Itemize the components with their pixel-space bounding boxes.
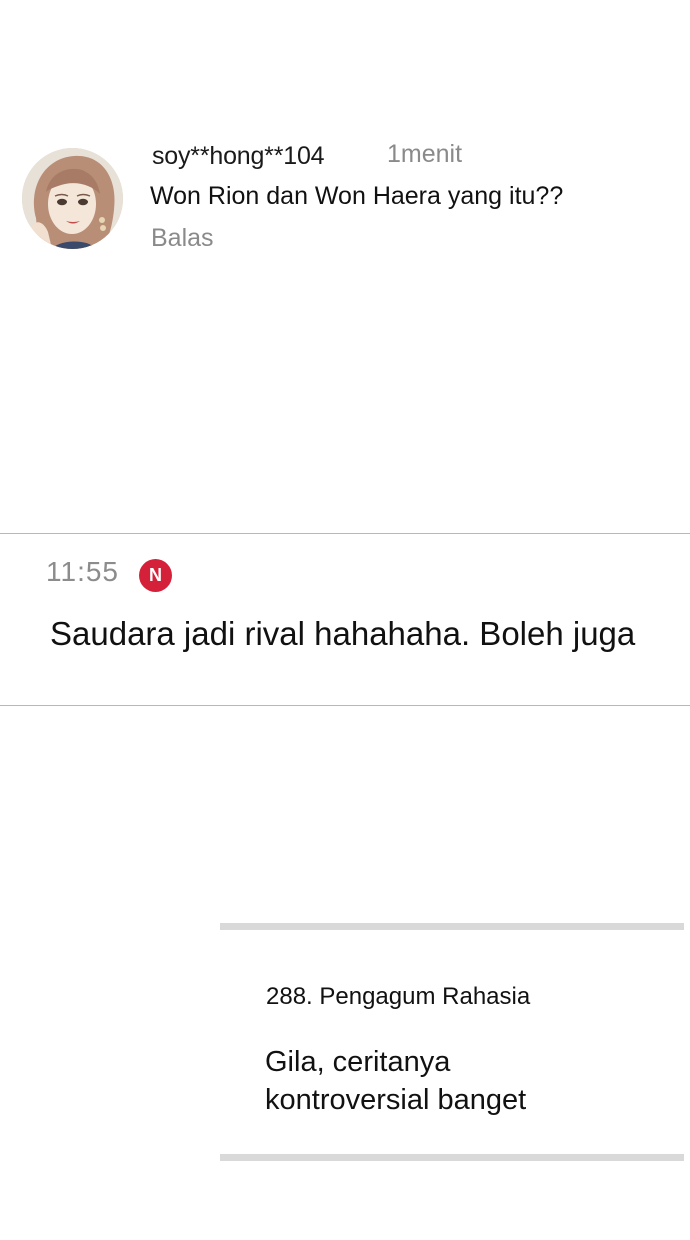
reply-button[interactable]: Balas xyxy=(151,224,214,253)
card-text: Gila, ceritanya kontroversial banget xyxy=(265,1043,526,1119)
card-rule-top xyxy=(220,923,684,930)
card-text-line: kontroversial banget xyxy=(265,1084,527,1116)
notification-message[interactable]: Saudara jadi rival hahahaha. Boleh juga xyxy=(50,615,635,653)
card-author: 288. Pengagum Rahasia xyxy=(266,983,531,1010)
comment-item: soy**hong**104 1menit Won Rion dan Won H… xyxy=(0,130,690,270)
new-badge-icon: N xyxy=(139,559,172,592)
notification-time: 11:55 xyxy=(46,556,119,587)
notification-divider-top xyxy=(0,533,690,534)
card-rule-bottom xyxy=(220,1154,684,1161)
avatar-portrait-icon xyxy=(22,148,123,249)
card-text-line: Gila, ceritanya xyxy=(265,1046,451,1078)
comment-timestamp: 1menit xyxy=(387,140,463,168)
comment-text: Won Rion dan Won Haera yang itu?? xyxy=(150,182,564,210)
comment-username[interactable]: soy**hong**104 xyxy=(152,142,325,171)
user-avatar[interactable] xyxy=(22,148,123,249)
notification-divider-bottom xyxy=(0,705,690,706)
